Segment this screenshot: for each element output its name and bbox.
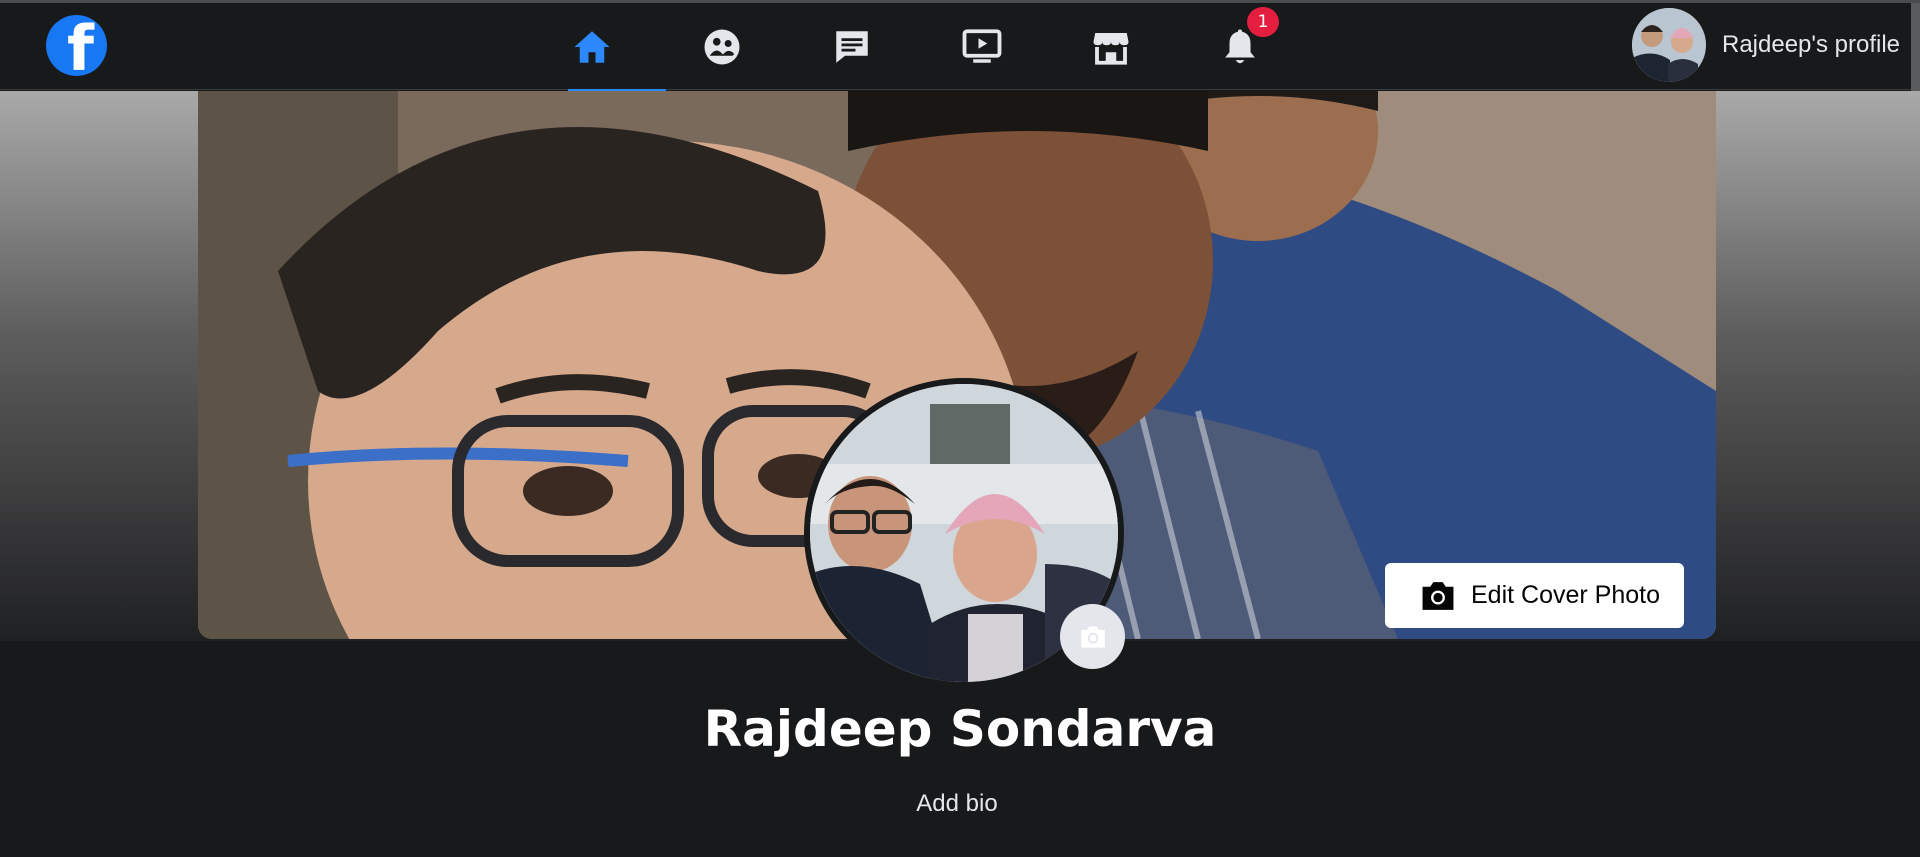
add-bio-link[interactable]: Add bio <box>0 790 1914 818</box>
nav-groups-tab[interactable] <box>682 13 762 81</box>
profile-name: Rajdeep Sondarva <box>703 700 1217 758</box>
home-icon <box>574 31 610 63</box>
marketplace-icon <box>1093 33 1129 65</box>
update-profile-picture-button[interactable] <box>1060 604 1125 669</box>
nav-home-tab[interactable] <box>552 13 632 81</box>
facebook-logo[interactable]: f <box>46 15 107 76</box>
profile-shortcut[interactable]: Rajdeep's profile <box>1632 7 1900 83</box>
camera-icon <box>1080 625 1105 648</box>
avatar <box>1632 8 1706 82</box>
logo-letter: f <box>67 15 94 77</box>
groups-icon <box>704 29 740 65</box>
scrollbar[interactable] <box>1911 3 1920 93</box>
profile-shortcut-label: Rajdeep's profile <box>1722 31 1901 58</box>
edit-cover-photo-button[interactable]: Edit Cover Photo <box>1385 563 1684 628</box>
notification-badge: 1 <box>1245 5 1281 39</box>
watch-icon <box>962 29 1002 63</box>
nav-marketplace-tab[interactable] <box>1071 13 1151 81</box>
messages-icon <box>836 31 868 63</box>
nav-watch-tab[interactable] <box>942 13 1022 81</box>
camera-icon <box>1422 581 1454 610</box>
nav-messages-tab[interactable] <box>812 13 892 81</box>
edit-cover-photo-label: Edit Cover Photo <box>1471 581 1660 609</box>
top-navigation-bar: f 1 Rajdeep's profile <box>0 0 1920 93</box>
